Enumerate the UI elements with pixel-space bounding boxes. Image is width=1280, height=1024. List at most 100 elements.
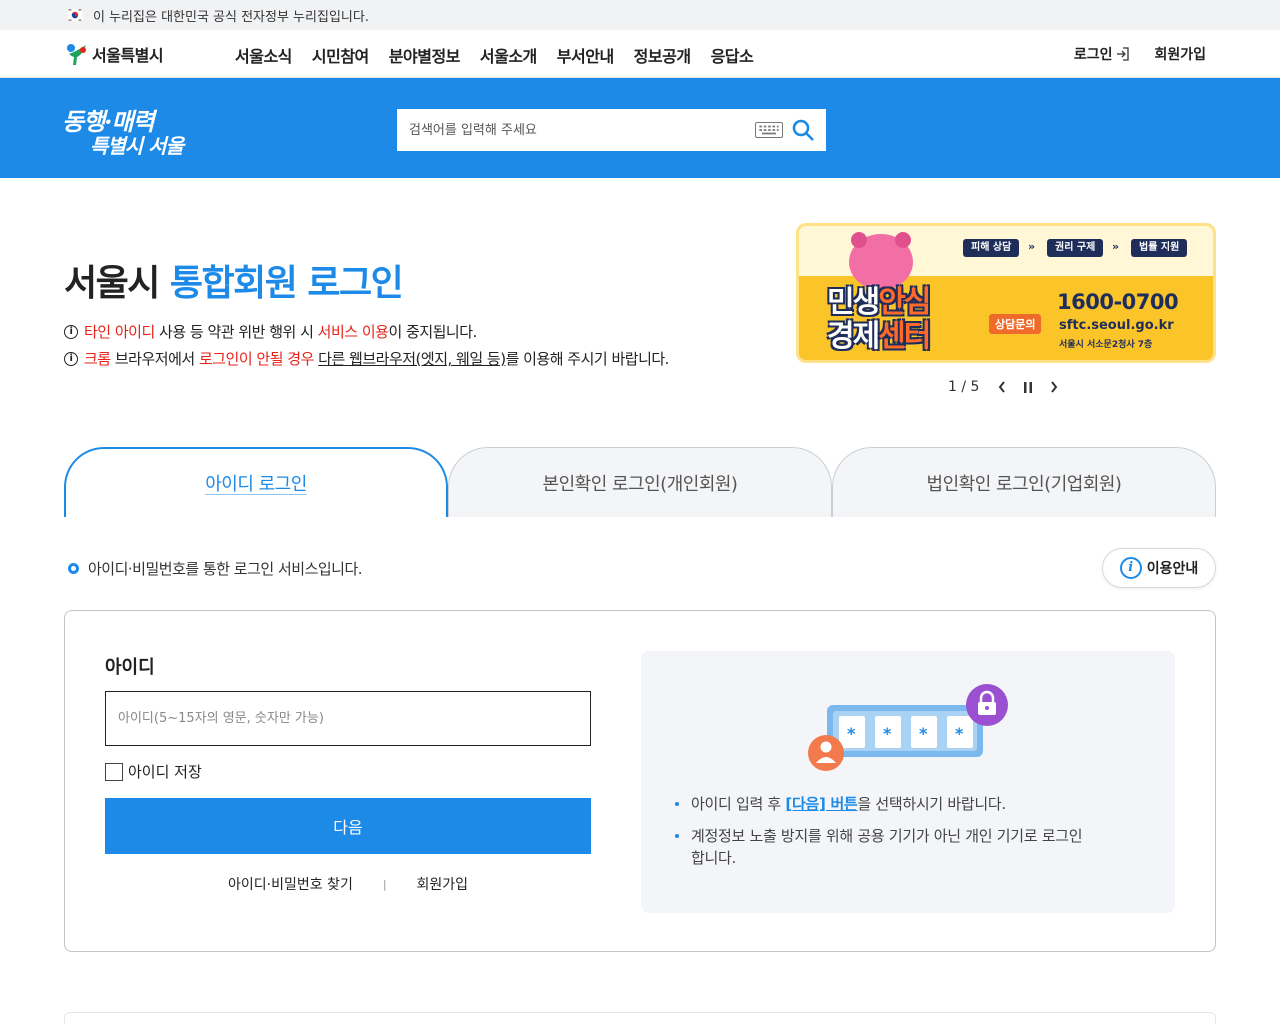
find-id-password-link[interactable]: 아이디·비밀번호 찾기	[228, 874, 353, 894]
next-button[interactable]: 다음	[105, 798, 591, 854]
banner-title-line-1: 민생안심	[827, 285, 931, 320]
search-input[interactable]	[397, 109, 747, 151]
next-icon[interactable]	[1047, 378, 1061, 396]
banner-title-2b: 센터	[878, 319, 931, 354]
keyboard-icon[interactable]	[755, 122, 783, 138]
banner-tag-3: 법률 지원	[1131, 239, 1188, 257]
menu-item-participation[interactable]: 시민참여	[312, 43, 369, 67]
notice-2-part-6: 를 이용해 주시기 바랍니다.	[505, 350, 670, 368]
notice-1-part-1: 타인 아이디	[84, 323, 155, 341]
info-icon: i	[64, 351, 78, 366]
page-title-prefix: 서울시	[64, 263, 170, 304]
login-form-box: 아이디 아이디 저장 다음 아이디·비밀번호 찾기 | 회원가입 * * * *	[64, 610, 1216, 952]
mascot-ear	[851, 232, 867, 248]
info-icon: i	[64, 324, 78, 339]
menu-item-about[interactable]: 서울소개	[480, 43, 537, 67]
banner-pager: 1 / 5	[948, 378, 1061, 396]
menu-item-disclosure[interactable]: 정보공개	[634, 43, 691, 67]
utility-links: 로그인 회원가입	[1074, 44, 1206, 64]
notice-2-part-1: 크롬	[84, 350, 111, 368]
login-description-text: 아이디·비밀번호를 통한 로그인 서비스입니다.	[88, 560, 363, 578]
id-input[interactable]	[105, 691, 591, 746]
tab-id-login[interactable]: 아이디 로그인	[64, 447, 448, 517]
mascot-image	[849, 232, 913, 290]
password-mask-1: *	[847, 724, 856, 743]
tab-personal-verify-login[interactable]: 본인확인 로그인(개인회원)	[448, 447, 832, 517]
notice-line-1: i 타인 아이디 사용 등 약관 위반 행위 시 서비스 이용 이 중지됩니다.	[64, 321, 477, 342]
notice-1-part-3: 서비스 이용	[317, 323, 389, 341]
pause-icon[interactable]	[1021, 378, 1035, 396]
tab-corporate-verify-login[interactable]: 법인확인 로그인(기업회원)	[832, 447, 1216, 517]
menu-item-field-info[interactable]: 분야별정보	[389, 43, 461, 67]
notice-2-part-2: 브라우저에서	[110, 350, 199, 368]
lower-section-edge	[64, 1012, 1216, 1024]
menu-item-response[interactable]: 응답소	[711, 43, 754, 67]
notice-2-part-3: 로그인이 안될 경우	[198, 350, 314, 368]
promo-banner[interactable]: 피해 상담 » 권리 구제 » 법률 지원 민생안심 경제센터 상담문의 160…	[796, 223, 1216, 363]
header-login-label: 로그인	[1073, 47, 1113, 63]
banner-title-1a: 민생	[827, 285, 880, 320]
double-arrow-icon: »	[1028, 240, 1036, 253]
menu-item-departments[interactable]: 부서안내	[557, 43, 614, 67]
search-box	[397, 109, 826, 151]
info-1-after: 을 선택하시기 바랍니다.	[857, 795, 1006, 813]
password-mask-2: *	[883, 724, 892, 743]
double-arrow-icon: »	[1112, 240, 1120, 253]
tab-personal-label: 본인확인 로그인(개인회원)	[542, 473, 738, 495]
login-info-panel: * * * * 아이디 입력 후 [다음] 버튼을 선택하시기 바랍니다. 계정…	[641, 651, 1175, 913]
lock-icon	[966, 684, 1008, 726]
info-item-2: 계정정보 노출 방지를 위해 공용 기기가 아닌 개인 기기로 로그인합니다.	[675, 825, 1095, 869]
header-signup-link[interactable]: 회원가입	[1154, 44, 1206, 64]
banner-title: 민생안심 경제센터	[827, 285, 931, 354]
signup-link[interactable]: 회원가입	[417, 874, 469, 894]
info-list: 아이디 입력 후 [다음] 버튼을 선택하시기 바랍니다. 계정정보 노출 방지…	[675, 793, 1095, 879]
bullet-ring-icon	[68, 563, 79, 574]
banner-title-1b: 안심	[878, 285, 931, 320]
city-slogan: 동행·매력 특별시 서울	[62, 102, 202, 158]
user-icon	[808, 735, 844, 771]
banner-tag-1: 피해 상담	[963, 239, 1020, 257]
prev-icon[interactable]	[995, 378, 1009, 396]
search-icon[interactable]	[791, 118, 815, 142]
tab-corporate-label: 법인확인 로그인(기업회원)	[926, 473, 1122, 495]
banner-title-line-2: 경제센터	[827, 319, 931, 354]
gov-notice-bar: 이 누리집은 대한민국 공식 전자정부 누리집입니다.	[0, 0, 1280, 30]
save-id-checkbox[interactable]: 아이디 저장	[105, 761, 202, 782]
banner-title-2a: 경제	[827, 319, 880, 354]
banner-address: 서울시 서소문2청사 7층	[1059, 340, 1153, 350]
password-mask-4: *	[955, 724, 964, 743]
password-illustration: * * * *	[808, 684, 1008, 771]
link-separator: |	[382, 877, 387, 891]
checkbox-box[interactable]	[105, 762, 123, 781]
notice-2-part-5: 다른 웹브라우저(엣지, 웨일 등)	[318, 350, 506, 368]
mascot-ear	[895, 232, 911, 248]
seoul-logo-icon	[67, 44, 86, 65]
login-description: 아이디·비밀번호를 통한 로그인 서비스입니다.	[68, 558, 363, 579]
notice-line-2: i 크롬 브라우저에서 로그인이 안될 경우 다른 웹브라우저(엣지, 웨일 등…	[64, 348, 669, 369]
usage-guide-label: 이용안내	[1146, 560, 1199, 576]
notice-1-part-2: 사용 등 약관 위반 행위 시	[154, 323, 318, 341]
banner-tag-2: 권리 구제	[1047, 239, 1104, 257]
save-id-label: 아이디 저장	[128, 763, 202, 781]
page-title-highlight: 통합회원 로그인	[169, 263, 404, 304]
usage-guide-button[interactable]: i 이용안내	[1102, 548, 1216, 588]
gov-notice-text: 이 누리집은 대한민국 공식 전자정부 누리집입니다.	[93, 10, 369, 25]
search-band: 동행·매력 특별시 서울	[0, 78, 1280, 178]
main-menu: 서울소식 시민참여 분야별정보 서울소개 부서안내 정보공개 응답소	[235, 43, 773, 67]
banner-phone: 1600-0700	[1057, 290, 1179, 314]
tab-id-login-label: 아이디 로그인	[205, 474, 307, 495]
slogan-line-2: 특별시 서울	[90, 134, 184, 158]
info-item-1: 아이디 입력 후 [다음] 버튼을 선택하시기 바랍니다.	[675, 793, 1095, 815]
login-tabs: 아이디 로그인 본인확인 로그인(개인회원) 법인확인 로그인(기업회원)	[64, 447, 1216, 517]
password-mask-3: *	[919, 724, 928, 743]
menu-item-news[interactable]: 서울소식	[235, 43, 292, 67]
seoul-logo[interactable]: 서울특별시	[64, 40, 164, 68]
login-arrow-icon	[1117, 47, 1130, 61]
helper-links: 아이디·비밀번호 찾기 | 회원가입	[228, 874, 468, 894]
header-login-link[interactable]: 로그인	[1074, 44, 1131, 64]
notice-1-part-4: 이 중지됩니다.	[388, 323, 477, 341]
top-navigation: 서울특별시 서울소식 시민참여 분야별정보 서울소개 부서안내 정보공개 응답소…	[0, 30, 1280, 78]
info-icon: i	[1119, 557, 1142, 579]
logo-text: 서울특별시	[92, 46, 164, 65]
info-1-highlight: [다음] 버튼	[785, 795, 858, 813]
